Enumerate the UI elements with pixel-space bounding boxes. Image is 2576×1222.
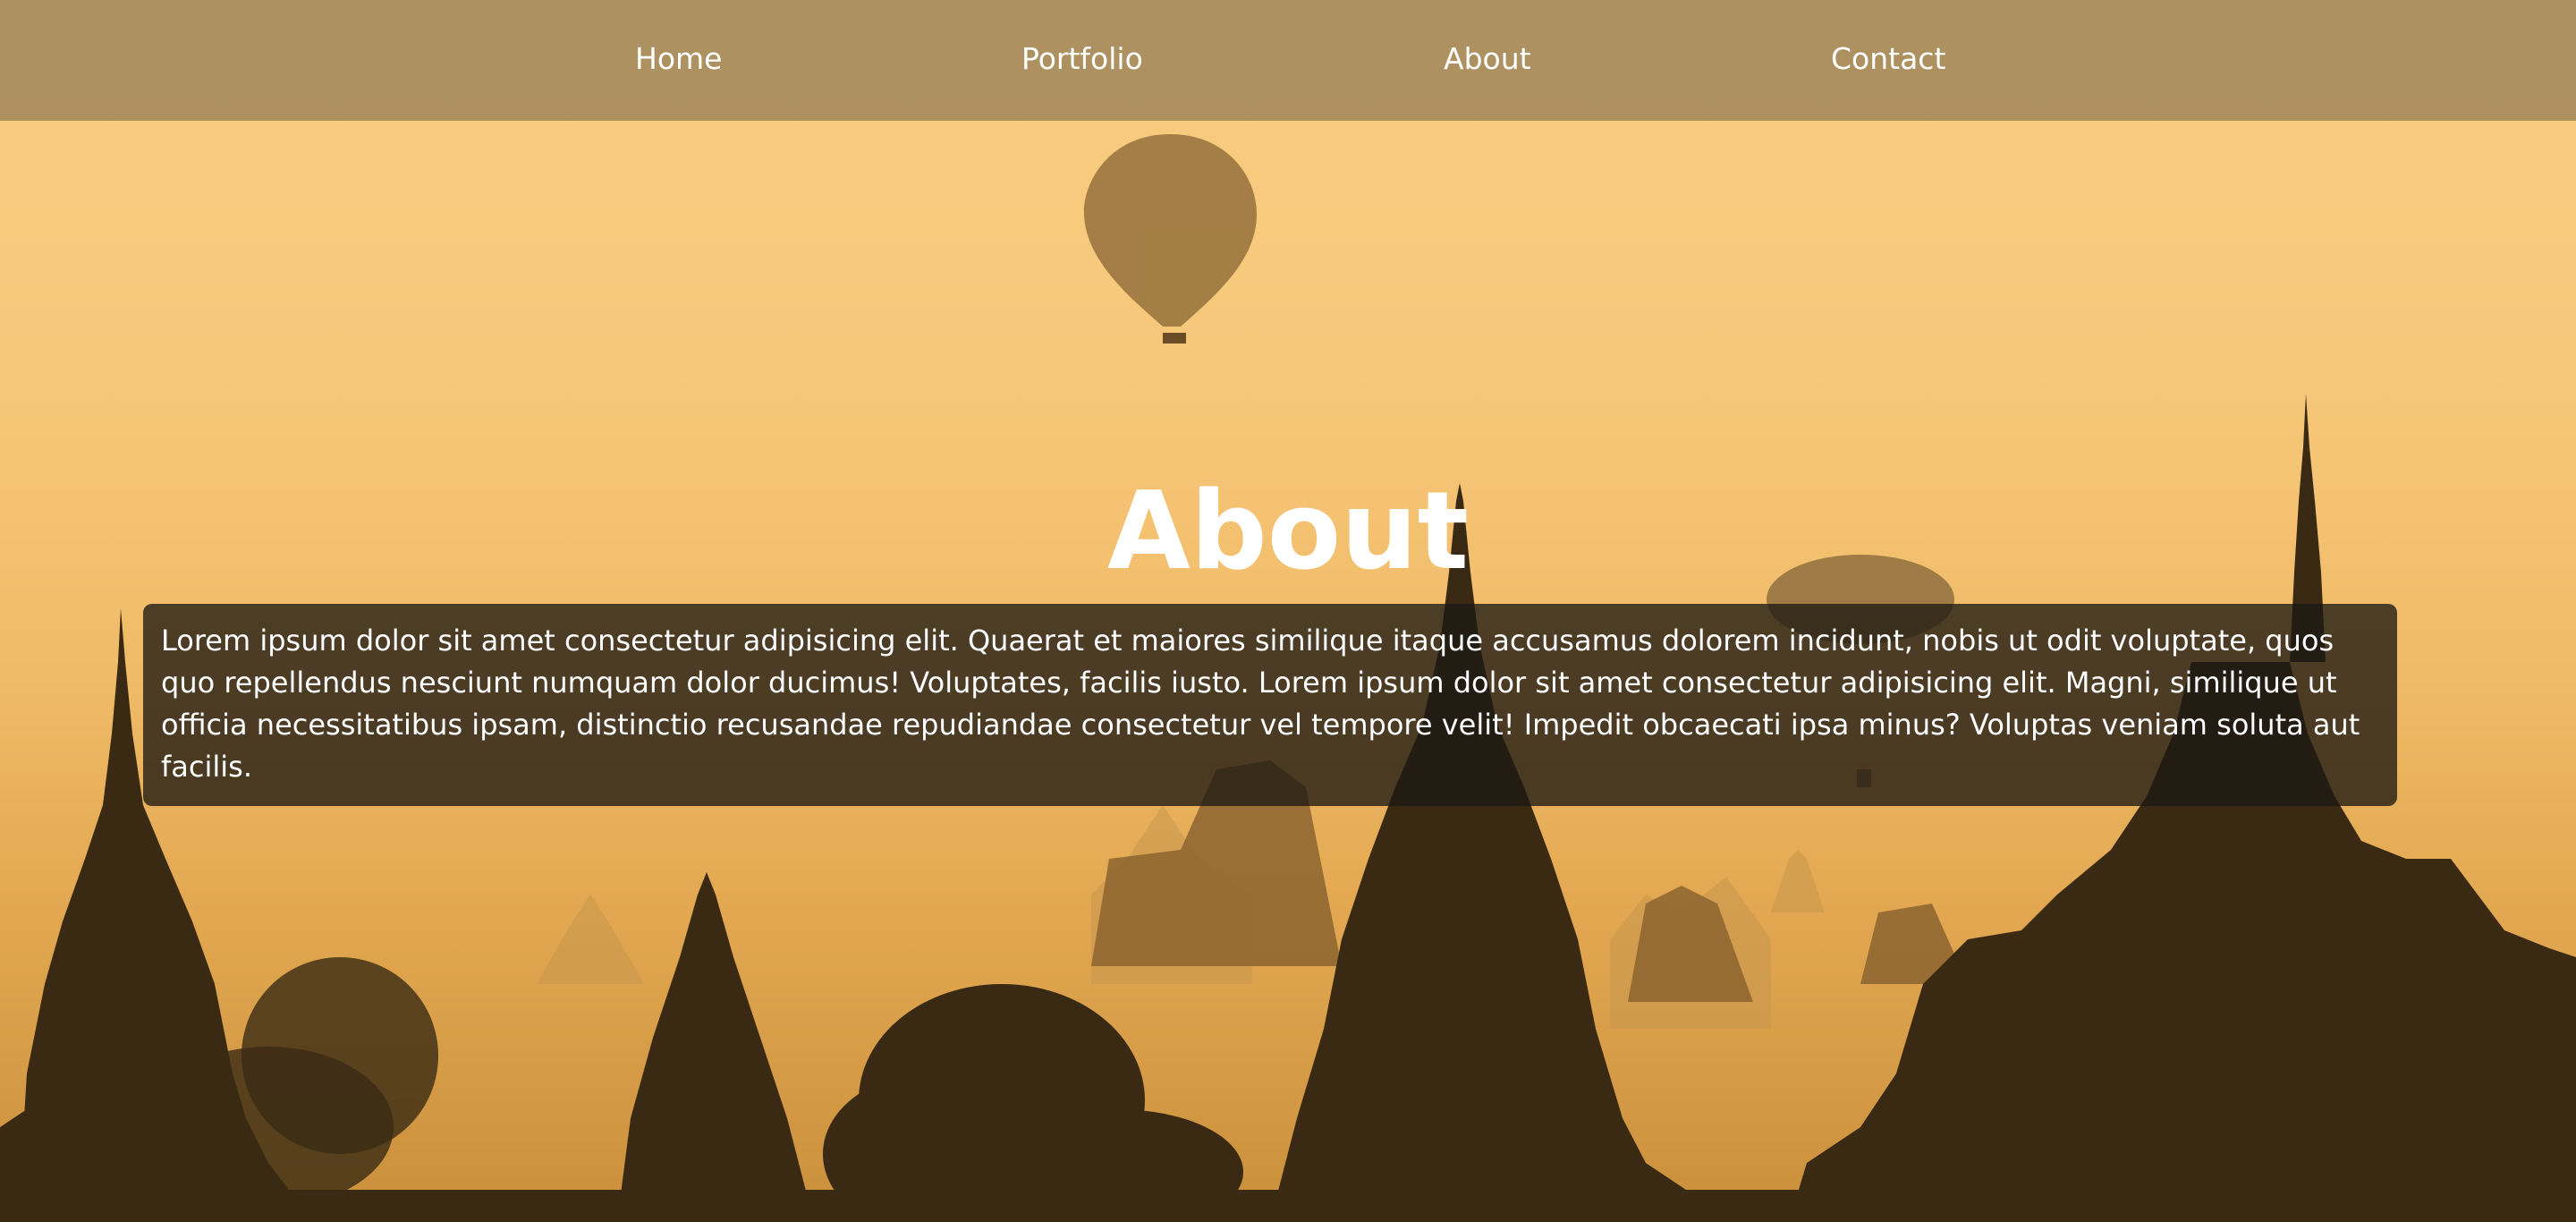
top-navbar: Home Portfolio About Contact [0,0,2576,121]
page-title: About [1106,470,1469,594]
nav-link-contact[interactable]: Contact [1831,0,1945,121]
nav-link-home[interactable]: Home [635,0,722,121]
nav-link-about[interactable]: About [1444,0,1531,121]
about-paragraph: Lorem ipsum dolor sit amet consectetur a… [161,624,2360,784]
nav-link-portfolio[interactable]: Portfolio [1021,0,1143,121]
about-text-panel: Lorem ipsum dolor sit amet consectetur a… [143,604,2397,806]
